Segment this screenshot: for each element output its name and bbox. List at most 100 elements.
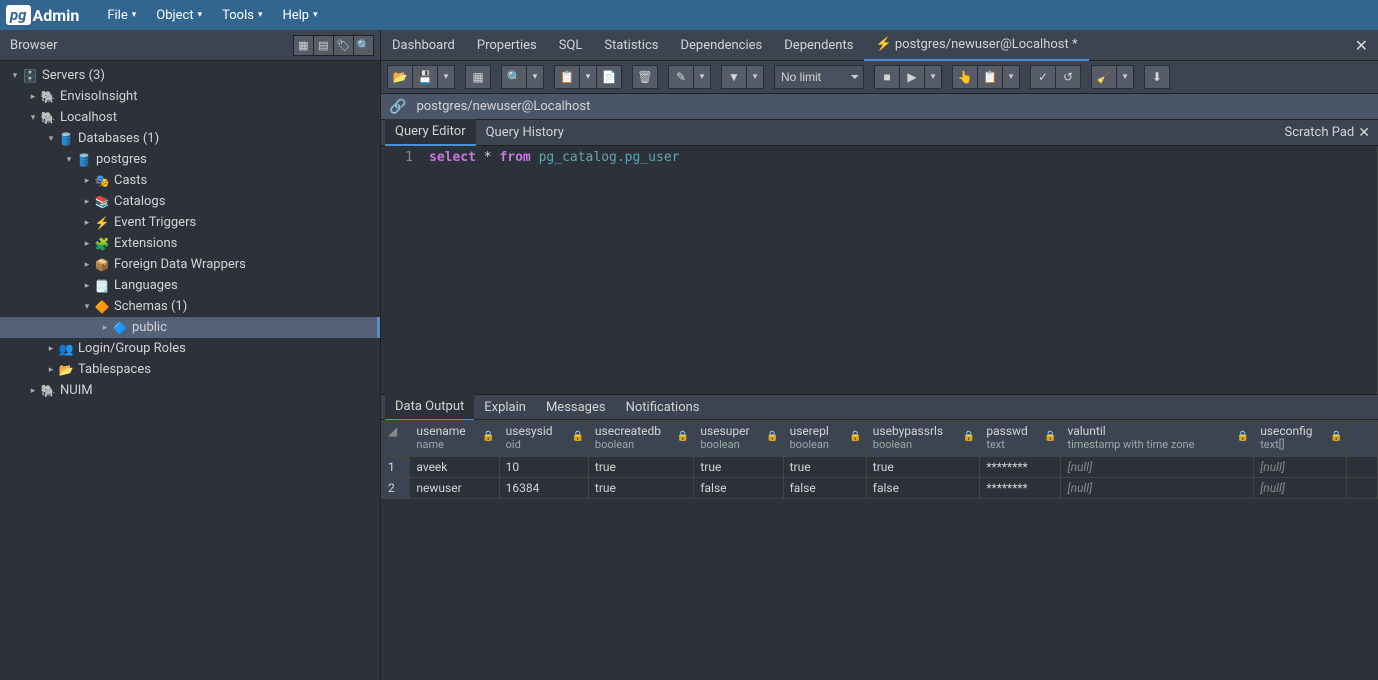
table-row[interactable]: 1aveek10truetruetruetrue********[null][n…	[382, 457, 1378, 478]
top-tab-sql[interactable]: SQL	[548, 31, 594, 60]
save-dropdown-icon[interactable]: ▾	[437, 65, 455, 89]
tree-toggle-icon[interactable]: ▸	[26, 92, 40, 102]
download-icon[interactable]: ⬇	[1144, 65, 1170, 89]
copy-dropdown-icon[interactable]: ▾	[579, 65, 597, 89]
menu-object[interactable]: Object ▾	[146, 2, 212, 29]
cell[interactable]: [null]	[1061, 478, 1254, 499]
tree-node[interactable]: ▾🛢️postgres	[0, 149, 380, 170]
clear-dropdown-icon[interactable]: ▾	[1116, 65, 1134, 89]
tab-query-editor[interactable]: Query Editor	[385, 119, 476, 146]
sql-editor[interactable]: 1 select * from pg_catalog.pg_user	[381, 146, 1378, 394]
execute-icon[interactable]: ▶	[899, 65, 925, 89]
open-file-icon[interactable]: 📂	[387, 65, 413, 89]
tree-toggle-icon[interactable]: ▾	[80, 302, 94, 312]
cell[interactable]: true	[866, 457, 980, 478]
cell[interactable]: false	[783, 478, 866, 499]
col-header-useconfig[interactable]: useconfigtext[]🔒	[1254, 421, 1347, 457]
cell[interactable]: ********	[980, 457, 1061, 478]
tab-messages[interactable]: Messages	[536, 395, 616, 420]
col-header-passwd[interactable]: passwdtext🔒	[980, 421, 1061, 457]
commit-icon[interactable]: ✓	[1030, 65, 1056, 89]
tree-toggle-icon[interactable]: ▾	[44, 134, 58, 144]
tree-toggle-icon[interactable]: ▸	[44, 344, 58, 354]
tree-node[interactable]: ▾🛢️Databases (1)	[0, 128, 380, 149]
scratch-pad-label[interactable]: Scratch Pad	[1285, 125, 1355, 140]
tab-query-history[interactable]: Query History	[476, 120, 574, 145]
top-tab-dependencies[interactable]: Dependencies	[669, 31, 773, 60]
execute-dropdown-icon[interactable]: ▾	[924, 65, 942, 89]
tree-toggle-icon[interactable]: ▾	[8, 71, 22, 81]
rows-limit-select[interactable]: No limit	[774, 65, 864, 89]
tree-node[interactable]: ▸📦Foreign Data Wrappers	[0, 254, 380, 275]
top-tab-dependents[interactable]: Dependents	[773, 31, 864, 60]
grid-icon[interactable]: ▦	[465, 65, 491, 89]
cell[interactable]: [null]	[1254, 478, 1347, 499]
cell[interactable]: newuser	[410, 478, 499, 499]
delete-icon[interactable]: 🗑	[632, 65, 658, 89]
tree-toggle-icon[interactable]: ▸	[98, 323, 112, 333]
filter-dropdown-icon[interactable]: ▾	[746, 65, 764, 89]
close-tab-icon[interactable]: ✕	[1345, 36, 1378, 55]
tree-toggle-icon[interactable]: ▸	[80, 176, 94, 186]
editor-code[interactable]: select * from pg_catalog.pg_user	[421, 146, 1378, 394]
find-icon[interactable]: 🔍	[501, 65, 527, 89]
tree-toggle-icon[interactable]: ▾	[62, 155, 76, 165]
cell[interactable]: 16384	[499, 478, 588, 499]
col-header-userepl[interactable]: usereplboolean🔒	[783, 421, 866, 457]
tab-notifications[interactable]: Notifications	[616, 395, 710, 420]
cell[interactable]: [null]	[1254, 457, 1347, 478]
save-file-icon[interactable]: 💾	[412, 65, 438, 89]
copy-icon[interactable]: 📋	[554, 65, 580, 89]
table-row[interactable]: 2newuser16384truefalsefalsefalse********…	[382, 478, 1378, 499]
tree-node[interactable]: ▾🐘Localhost	[0, 107, 380, 128]
tree-toggle-icon[interactable]: ▸	[80, 239, 94, 249]
explain-dropdown-icon[interactable]: ▾	[1002, 65, 1020, 89]
paste-icon[interactable]: 📄	[596, 65, 622, 89]
cell[interactable]: 10	[499, 457, 588, 478]
tab-data-output[interactable]: Data Output	[385, 394, 474, 421]
cell[interactable]: true	[694, 457, 783, 478]
browser-filter-icon[interactable]: 🏷	[333, 35, 354, 56]
top-tab-dashboard[interactable]: Dashboard	[381, 31, 466, 60]
edit-icon[interactable]: ✎	[668, 65, 694, 89]
cell[interactable]: aveek	[410, 457, 499, 478]
browser-tool-icon[interactable]: ▦	[293, 35, 314, 56]
tree-node[interactable]: ▸🐘EnvisoInsight	[0, 86, 380, 107]
cell[interactable]: true	[588, 478, 693, 499]
tree-toggle-icon[interactable]: ▸	[80, 281, 94, 291]
cell[interactable]: true	[783, 457, 866, 478]
menu-file[interactable]: File ▾	[97, 2, 146, 29]
tree-node[interactable]: ▸🎭Casts	[0, 170, 380, 191]
tree-node[interactable]: ▾🔶Schemas (1)	[0, 296, 380, 317]
cell[interactable]: true	[588, 457, 693, 478]
cell[interactable]: false	[866, 478, 980, 499]
filter-icon[interactable]: ▼	[721, 65, 747, 89]
tree-toggle-icon[interactable]: ▸	[80, 260, 94, 270]
tree-node[interactable]: ▾🗄️Servers (3)	[0, 65, 380, 86]
cell[interactable]: ********	[980, 478, 1061, 499]
tree-node[interactable]: ▸🧩Extensions	[0, 233, 380, 254]
browser-search-icon[interactable]: 🔍	[353, 35, 374, 56]
menu-tools[interactable]: Tools ▾	[212, 2, 272, 29]
edit-dropdown-icon[interactable]: ▾	[693, 65, 711, 89]
find-dropdown-icon[interactable]: ▾	[526, 65, 544, 89]
tree-node[interactable]: ▸🔷public	[0, 317, 380, 338]
tree-node[interactable]: ▸📂Tablespaces	[0, 359, 380, 380]
tree-node[interactable]: ▸⚡Event Triggers	[0, 212, 380, 233]
rollback-icon[interactable]: ↺	[1055, 65, 1081, 89]
col-header-usename[interactable]: usenamename🔒	[410, 421, 499, 457]
col-header-usebypassrls[interactable]: usebypassrlsboolean🔒	[866, 421, 980, 457]
col-header-usesysid[interactable]: usesysidoid🔒	[499, 421, 588, 457]
tree-toggle-icon[interactable]: ▸	[80, 197, 94, 207]
clear-icon[interactable]: 🧹	[1091, 65, 1117, 89]
explain-icon[interactable]: 👆	[952, 65, 978, 89]
stop-icon[interactable]: ■	[874, 65, 900, 89]
tree-node[interactable]: ▸📚Catalogs	[0, 191, 380, 212]
tree-toggle-icon[interactable]: ▾	[26, 113, 40, 123]
tab-explain[interactable]: Explain	[474, 395, 536, 420]
menu-help[interactable]: Help ▾	[272, 2, 327, 29]
explain-analyze-icon[interactable]: 📋	[977, 65, 1003, 89]
col-header-valuntil[interactable]: valuntiltimestamp with time zone🔒	[1061, 421, 1254, 457]
browser-tree[interactable]: ▾🗄️Servers (3)▸🐘EnvisoInsight▾🐘Localhost…	[0, 61, 381, 680]
top-tab-active-query[interactable]: ⚡ postgres/newuser@Localhost *	[864, 30, 1088, 61]
